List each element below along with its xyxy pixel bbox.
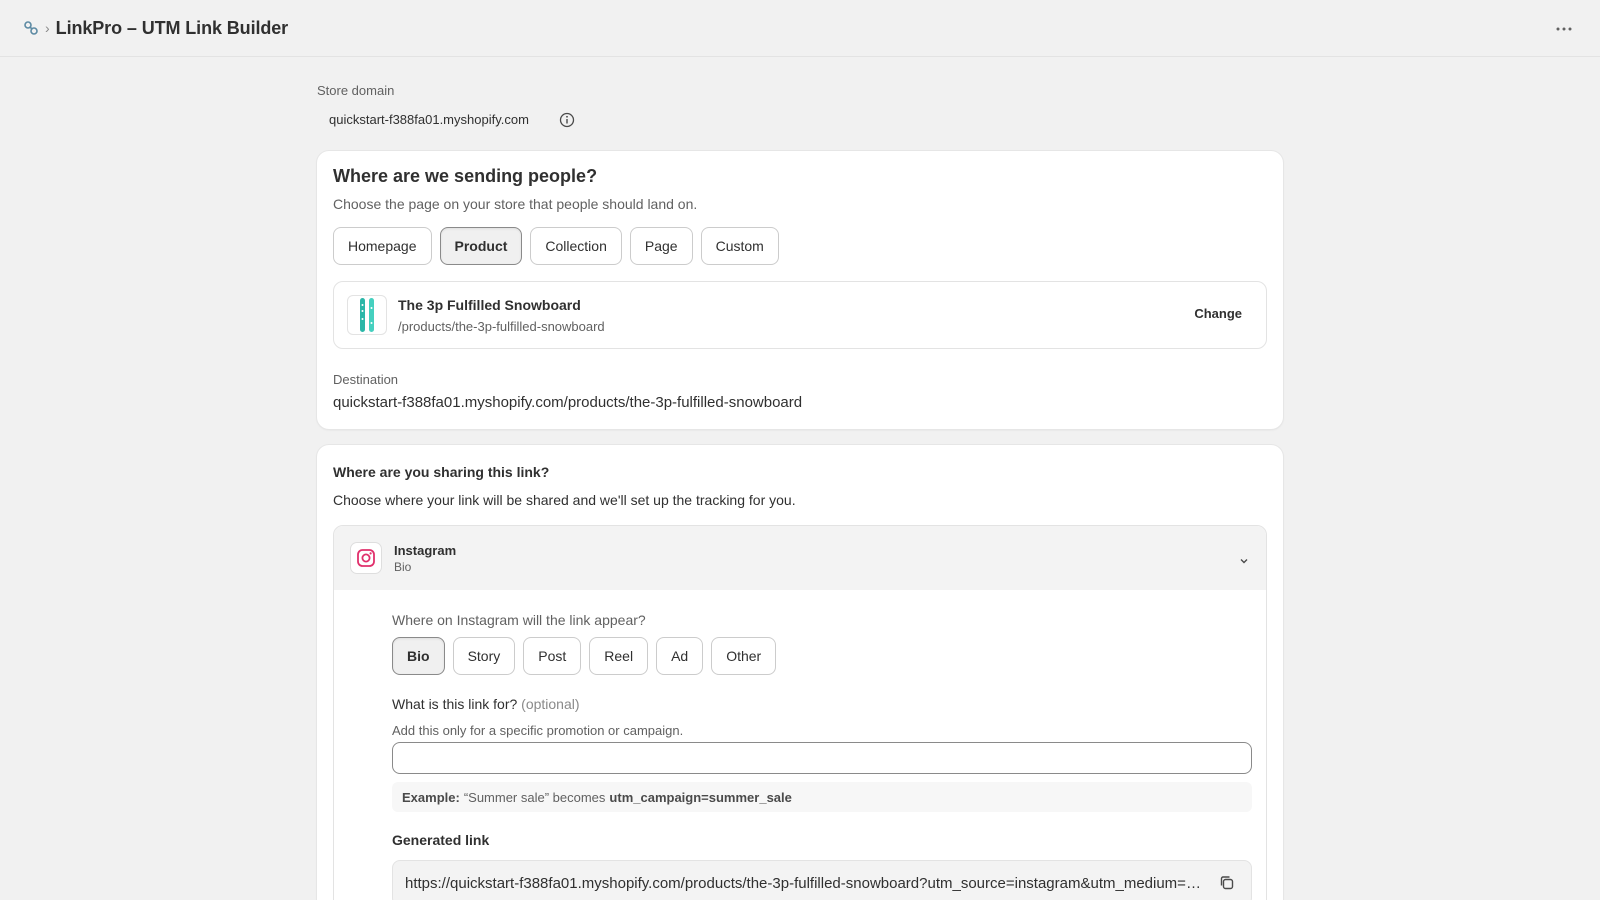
page-type-homepage[interactable]: Homepage xyxy=(333,227,432,265)
placement-question: Where on Instagram will the link appear? xyxy=(392,612,646,628)
sharing-subtitle: Choose where your link will be shared an… xyxy=(333,492,796,508)
sharing-card: Where are you sharing this link? Choose … xyxy=(317,445,1283,900)
store-domain-value: quickstart-f388fa01.myshopify.com xyxy=(329,112,529,127)
channel-header[interactable]: Instagram Bio xyxy=(334,526,1266,590)
link-icon[interactable] xyxy=(22,19,40,37)
destination-subtitle: Choose the page on your store that peopl… xyxy=(333,196,698,212)
info-icon[interactable] xyxy=(559,112,575,128)
example-code: utm_campaign=summer_sale xyxy=(609,789,792,805)
placement-selector: Bio Story Post Reel Ad Other xyxy=(392,637,777,675)
snowboard-icon xyxy=(347,295,387,335)
product-path: /products/the-3p-fulfilled-snowboard xyxy=(398,319,605,334)
placement-post[interactable]: Post xyxy=(523,637,582,675)
ellipsis-icon[interactable] xyxy=(1552,17,1576,41)
page-title: LinkPro – UTM Link Builder xyxy=(55,17,289,38)
page-type-page[interactable]: Page xyxy=(629,227,693,265)
example-text: “Summer sale” becomes xyxy=(463,789,606,805)
sharing-heading: Where are you sharing this link? xyxy=(333,464,550,480)
channel-placement: Bio xyxy=(394,560,412,574)
generated-link-box: https://quickstart-f388fa01.myshopify.co… xyxy=(392,860,1252,900)
chevron-down-icon[interactable] xyxy=(1238,554,1250,566)
page-type-product[interactable]: Product xyxy=(439,227,523,265)
campaign-label: What is this link for? (optional) xyxy=(392,696,580,712)
campaign-help: Add this only for a specific promotion o… xyxy=(392,723,684,738)
selected-product: The 3p Fulfilled Snowboard /products/the… xyxy=(333,281,1267,349)
campaign-example: Example: “Summer sale” becomes utm_campa… xyxy=(392,782,1252,812)
placement-story[interactable]: Story xyxy=(452,637,516,675)
channel-panel-instagram: Instagram Bio Where on Instagram will th… xyxy=(333,525,1267,900)
change-product-button[interactable]: Change xyxy=(1194,306,1242,321)
destination-card: Where are we sending people? Choose the … xyxy=(317,151,1283,429)
placement-other[interactable]: Other xyxy=(711,637,777,675)
store-domain-label: Store domain xyxy=(317,83,395,98)
product-title: The 3p Fulfilled Snowboard xyxy=(398,297,581,313)
page-type-custom[interactable]: Custom xyxy=(700,227,779,265)
channel-name: Instagram xyxy=(394,543,457,558)
page-type-collection[interactable]: Collection xyxy=(530,227,622,265)
placement-bio[interactable]: Bio xyxy=(392,637,445,675)
copy-icon[interactable] xyxy=(1219,875,1237,893)
campaign-input[interactable] xyxy=(392,742,1252,774)
campaign-optional-text: (optional) xyxy=(521,696,580,712)
destination-label: Destination xyxy=(333,372,399,387)
page-type-selector: Homepage Product Collection Page Custom xyxy=(333,227,779,265)
placement-ad[interactable]: Ad xyxy=(656,637,704,675)
top-bar: › LinkPro – UTM Link Builder xyxy=(0,0,1600,57)
destination-heading: Where are we sending people? xyxy=(333,166,598,186)
campaign-label-text: What is this link for? xyxy=(392,696,518,712)
chevron-right-icon: › xyxy=(45,20,50,36)
example-prefix: Example: xyxy=(402,789,460,805)
generated-link-label: Generated link xyxy=(392,832,490,848)
instagram-icon xyxy=(350,542,382,574)
placement-reel[interactable]: Reel xyxy=(589,637,649,675)
generated-link-url[interactable]: https://quickstart-f388fa01.myshopify.co… xyxy=(405,875,1205,892)
destination-value: quickstart-f388fa01.myshopify.com/produc… xyxy=(333,394,803,411)
